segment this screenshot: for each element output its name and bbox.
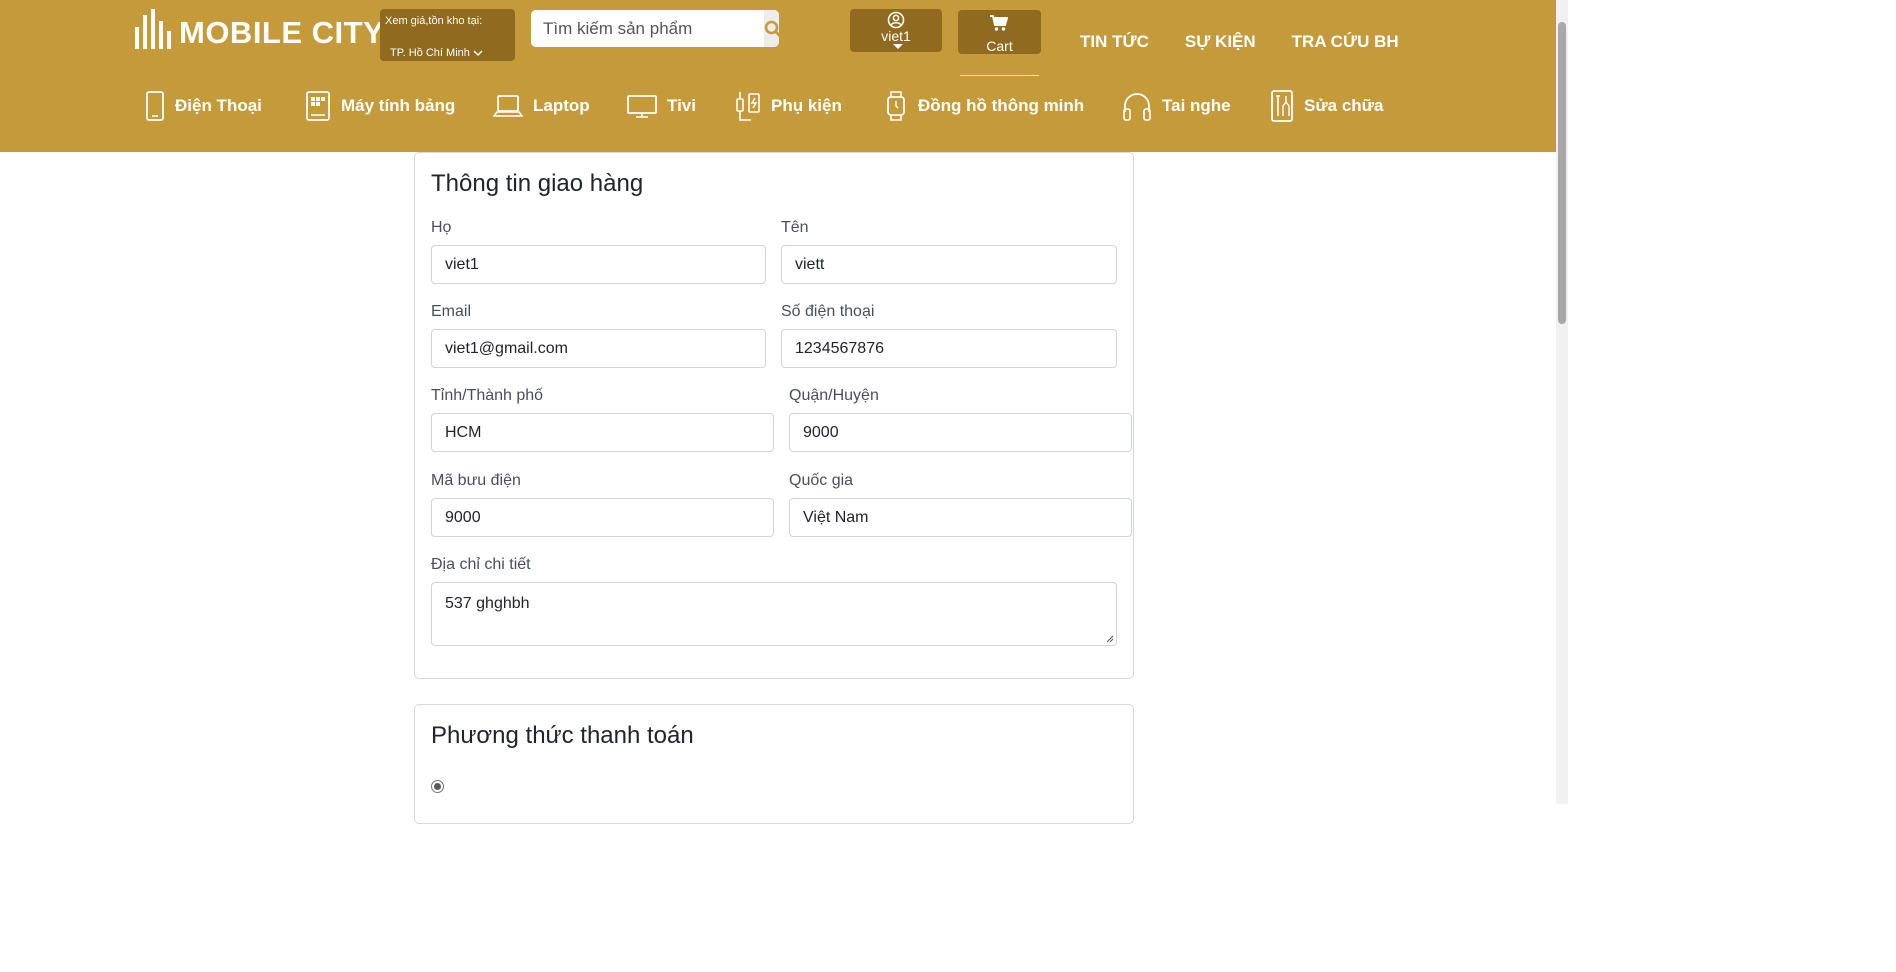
nav-item-label: Tivi [667, 96, 696, 115]
city-label: Tỉnh/Thành phố [431, 387, 544, 404]
nav-item-tablet[interactable]: Máy tính bảng [305, 88, 455, 124]
district-field[interactable]: 9000 [789, 413, 1132, 452]
tablet-icon [306, 91, 330, 121]
nav-item-label: Đồng hồ thông minh [918, 96, 1085, 115]
site-header: MOBILE CITY Xem giá,tồn kho tại: TP. Hồ … [0, 0, 1556, 152]
logo[interactable]: MOBILE CITY [135, 6, 384, 52]
address-textarea[interactable]: 537 ghghbh [431, 582, 1117, 646]
page-scrollbar[interactable] [1556, 0, 1568, 804]
payment-title: Phương thức thanh toán [431, 722, 694, 749]
repair-icon [1271, 90, 1293, 122]
nav-item-label: Laptop [533, 96, 590, 115]
cart-button[interactable]: Cart [958, 10, 1041, 54]
caret-down-icon [893, 44, 903, 49]
address-value: 537 ghghbh [445, 595, 530, 612]
phone-icon [146, 91, 164, 121]
phone-label: Số điện thoại [781, 303, 875, 320]
search-button[interactable] [764, 10, 779, 47]
nav-item-label: Phụ kiện [771, 96, 842, 115]
user-name: viet1 [881, 28, 911, 44]
postal-code-field[interactable]: 9000 [431, 498, 774, 537]
nav-item-label: Máy tính bảng [341, 96, 456, 115]
nav-item-smartwatch[interactable]: Đồng hồ thông minh [884, 88, 1084, 124]
nav-item-tv[interactable]: Tivi [627, 88, 696, 124]
events-link[interactable]: SỰ KIỆN [1185, 32, 1256, 52]
chevron-down-icon [473, 49, 483, 56]
headphones-icon [1123, 93, 1151, 121]
payment-option-radio[interactable] [431, 780, 444, 793]
accessory-icon [736, 92, 760, 121]
address-label: Địa chỉ chi tiết [431, 556, 531, 573]
last-name-label: Họ [431, 219, 452, 236]
cart-icon [990, 15, 1008, 31]
top-links: TIN TỨC SỰ KIỆN TRA CỨU BH [1080, 32, 1399, 52]
logo-text: MOBILE CITY [179, 15, 385, 50]
search-input[interactable] [531, 10, 764, 47]
news-link[interactable]: TIN TỨC [1080, 32, 1149, 52]
nav-item-accessories[interactable]: Phụ kiện [735, 88, 842, 124]
nav-item-label: Điện Thoại [175, 96, 262, 115]
store-location-value: TP. Hồ Chí Minh [390, 47, 470, 59]
phone-field[interactable]: 1234567876 [781, 329, 1117, 368]
watch-icon [887, 91, 905, 121]
user-circle-icon [887, 11, 905, 29]
email-label: Email [431, 303, 472, 320]
postal-code-label: Mã bưu điện [431, 472, 521, 489]
nav-item-repair[interactable]: Sửa chữa [1270, 88, 1383, 124]
email-field[interactable]: viet1@gmail.com [431, 329, 766, 368]
country-label: Quốc gia [789, 472, 854, 489]
laptop-icon [493, 95, 523, 117]
scrollbar-thumb[interactable] [1558, 22, 1566, 324]
category-nav: Điện Thoại Máy tính bảng Laptop Tivi Phụ… [0, 88, 1556, 128]
logo-bars-icon [135, 9, 171, 49]
first-name-field[interactable]: viett [781, 245, 1117, 284]
search-bar [531, 10, 779, 47]
city-field[interactable]: HCM [431, 413, 774, 452]
warranty-lookup-link[interactable]: TRA CỨU BH [1292, 32, 1399, 52]
shipping-title: Thông tin giao hàng [431, 170, 644, 197]
tv-icon [627, 95, 657, 118]
store-location-selector[interactable]: Xem giá,tồn kho tại: TP. Hồ Chí Minh [380, 9, 515, 61]
nav-item-laptop[interactable]: Laptop [493, 88, 590, 124]
search-icon [764, 20, 779, 37]
store-location-label: Xem giá,tồn kho tại: [385, 15, 483, 27]
nav-item-label: Tai nghe [1162, 96, 1231, 115]
last-name-field[interactable]: viet1 [431, 245, 766, 284]
user-menu-button[interactable]: viet1 [850, 9, 942, 52]
cart-underline [960, 75, 1039, 76]
first-name-label: Tên [781, 219, 809, 236]
country-field[interactable]: Việt Nam [789, 498, 1132, 537]
nav-item-headphones[interactable]: Tai nghe [1122, 88, 1231, 124]
resize-handle-icon[interactable] [1106, 635, 1114, 643]
nav-item-phone[interactable]: Điện Thoại [145, 88, 262, 124]
cart-label: Cart [986, 38, 1013, 54]
district-label: Quận/Huyện [789, 387, 879, 404]
nav-item-label: Sửa chữa [1304, 96, 1384, 115]
